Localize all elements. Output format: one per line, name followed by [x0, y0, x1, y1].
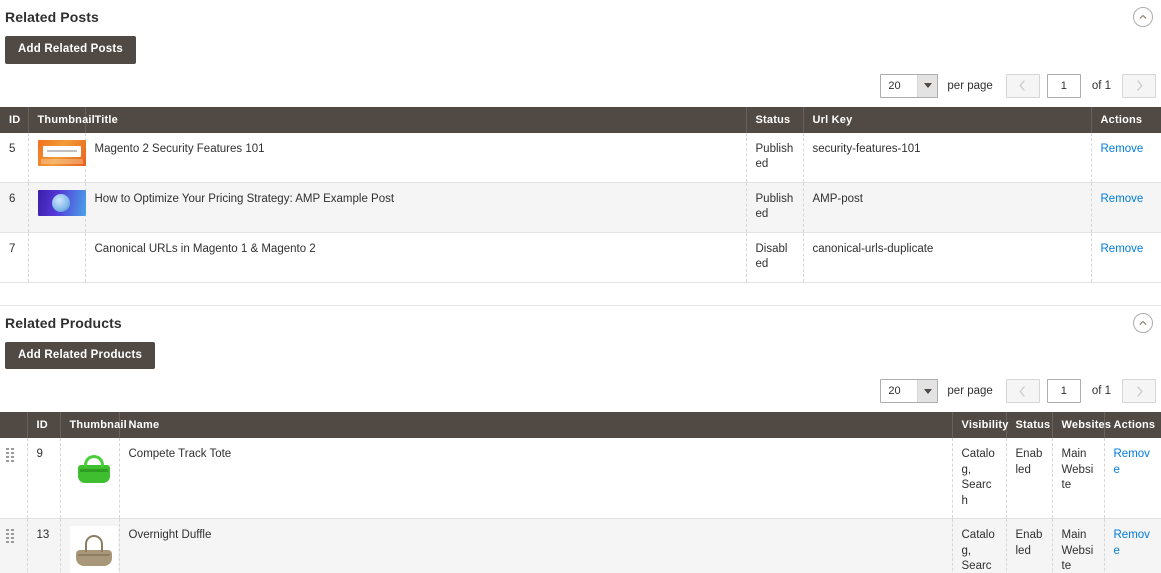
posts-cell-url-key: AMP-post: [803, 182, 1092, 233]
posts-cell-id: 6: [0, 182, 29, 233]
related-products-header: Related Products: [0, 306, 1161, 340]
posts-cell-actions: Remove: [1091, 132, 1161, 183]
add-related-posts-button[interactable]: Add Related Posts: [5, 36, 137, 64]
products-col-handle: [0, 412, 28, 439]
posts-cell-title: Canonical URLs in Magento 1 & Magento 2: [85, 232, 747, 283]
products-col-thumbnail: Thumbnail: [60, 412, 127, 439]
products-table-header-row: ID Thumbnail Name Visibility Status Webs…: [0, 412, 1161, 439]
products-cell-visibility: Catalog, Search: [952, 518, 1007, 573]
remove-post-link[interactable]: Remove: [1101, 243, 1144, 255]
posts-table-header-row: ID Thumbnail Title Status Url Key Action…: [0, 106, 1161, 133]
table-row: 9 Compete Track Tote Catalog, Search Ena…: [0, 438, 1161, 520]
related-content-page: Related Posts Add Related Posts 20 per p…: [0, 0, 1161, 573]
products-cell-thumbnail: [60, 438, 120, 520]
products-cell-websites: Main Website: [1052, 518, 1105, 573]
posts-cell-title: Magento 2 Security Features 101: [85, 132, 747, 183]
drag-handle-icon: [6, 529, 14, 544]
remove-post-link[interactable]: Remove: [1101, 143, 1144, 155]
posts-cell-status: Disabled: [746, 232, 804, 283]
products-cell-actions: Remove: [1104, 518, 1161, 573]
magento-security-banner-thumb-icon: [37, 139, 86, 166]
related-products-title: Related Products: [5, 314, 122, 331]
posts-col-url-key: Url Key: [803, 106, 1092, 133]
table-row: 5 Magento 2 Security Features 101 Publis…: [0, 132, 1161, 183]
table-row: 6 How to Optimize Your Pricing Strategy:…: [0, 182, 1161, 233]
posts-cell-status: Published: [746, 182, 804, 233]
posts-cell-title: How to Optimize Your Pricing Strategy: A…: [85, 182, 747, 233]
products-cell-websites: Main Website: [1052, 438, 1105, 520]
products-cell-name: Compete Track Tote: [119, 438, 953, 520]
posts-next-page-button[interactable]: [1122, 73, 1156, 98]
products-cell-name: Overnight Duffle: [119, 518, 953, 573]
related-posts-section: Related Posts Add Related Posts 20 per p…: [0, 0, 1161, 283]
related-posts-toolbar: Add Related Posts: [0, 34, 1161, 64]
posts-cell-thumbnail: [28, 132, 86, 183]
products-cell-handle[interactable]: [0, 438, 28, 520]
posts-page-total: of 1: [1091, 79, 1111, 92]
related-posts-table: ID Thumbnail Title Status Url Key Action…: [0, 106, 1161, 283]
remove-product-link[interactable]: Remove: [1114, 529, 1150, 557]
related-posts-title: Related Posts: [5, 9, 99, 25]
chevron-down-icon: [917, 380, 938, 403]
products-cell-visibility: Catalog, Search: [952, 438, 1007, 520]
posts-cell-actions: Remove: [1091, 182, 1161, 233]
add-related-products-button[interactable]: Add Related Products: [5, 341, 156, 370]
products-cell-thumbnail: [60, 518, 120, 573]
products-col-actions: Actions: [1104, 412, 1161, 439]
related-posts-pager: 20 per page of 1: [0, 64, 1161, 107]
posts-col-status: Status: [746, 106, 804, 133]
posts-cell-url-key: security-features-101: [803, 132, 1092, 183]
products-cell-id: 9: [27, 438, 61, 520]
posts-col-actions: Actions: [1091, 106, 1161, 133]
chevron-up-circle-icon[interactable]: [1133, 7, 1153, 27]
related-posts-header: Related Posts: [0, 0, 1161, 34]
posts-col-thumbnail: Thumbnail: [28, 106, 95, 133]
related-products-section: Related Products Add Related Products 20…: [0, 306, 1161, 573]
posts-col-id: ID: [0, 106, 29, 133]
chevron-up-circle-icon[interactable]: [1133, 312, 1153, 333]
chevron-down-icon: [917, 74, 938, 97]
table-row: 13 Overnight Duffle Catalog, Search Enab…: [0, 518, 1161, 573]
products-next-page-button[interactable]: [1122, 379, 1156, 404]
table-row: 7 Canonical URLs in Magento 1 & Magento …: [0, 232, 1161, 283]
posts-per-page-value: 20: [888, 79, 901, 92]
products-col-websites: Websites: [1052, 412, 1111, 439]
products-cell-handle[interactable]: [0, 518, 28, 573]
amp-pricing-strategy-thumb-icon: [37, 189, 86, 216]
related-products-pager: 20 per page of 1: [0, 369, 1161, 412]
posts-cell-id: 5: [0, 132, 29, 183]
products-cell-status: Enabled: [1006, 438, 1053, 520]
products-col-visibility: Visibility: [952, 412, 1008, 439]
products-page-total: of 1: [1091, 385, 1111, 398]
posts-cell-status: Published: [746, 132, 804, 183]
products-col-id: ID: [27, 412, 61, 439]
products-cell-id: 13: [27, 518, 61, 573]
products-per-page-select[interactable]: 20: [880, 379, 939, 404]
remove-product-link[interactable]: Remove: [1114, 448, 1150, 476]
posts-prev-page-button[interactable]: [1005, 73, 1040, 98]
overnight-duffle-tan-bag-icon: [69, 526, 118, 573]
posts-cell-thumbnail: [28, 182, 86, 233]
posts-cell-thumbnail: [28, 232, 86, 283]
compete-track-tote-green-bag-icon: [69, 445, 118, 494]
products-per-page-label: per page: [947, 385, 993, 398]
remove-post-link[interactable]: Remove: [1101, 193, 1144, 205]
posts-per-page-label: per page: [947, 79, 993, 92]
posts-cell-url-key: canonical-urls-duplicate: [803, 232, 1092, 283]
related-products-toolbar: Add Related Products: [0, 340, 1161, 370]
drag-handle-icon: [6, 448, 14, 463]
products-col-name: Name: [119, 412, 953, 439]
products-cell-status: Enabled: [1006, 518, 1053, 573]
related-products-table: ID Thumbnail Name Visibility Status Webs…: [0, 412, 1161, 573]
products-page-input[interactable]: [1046, 379, 1081, 404]
posts-col-title: Title: [85, 106, 747, 133]
posts-page-input[interactable]: [1046, 73, 1081, 98]
products-prev-page-button[interactable]: [1005, 379, 1040, 404]
posts-cell-id: 7: [0, 232, 29, 283]
posts-cell-actions: Remove: [1091, 232, 1161, 283]
products-col-status: Status: [1006, 412, 1053, 439]
products-per-page-value: 20: [888, 385, 901, 398]
posts-per-page-select[interactable]: 20: [880, 73, 939, 98]
products-cell-actions: Remove: [1104, 438, 1161, 520]
